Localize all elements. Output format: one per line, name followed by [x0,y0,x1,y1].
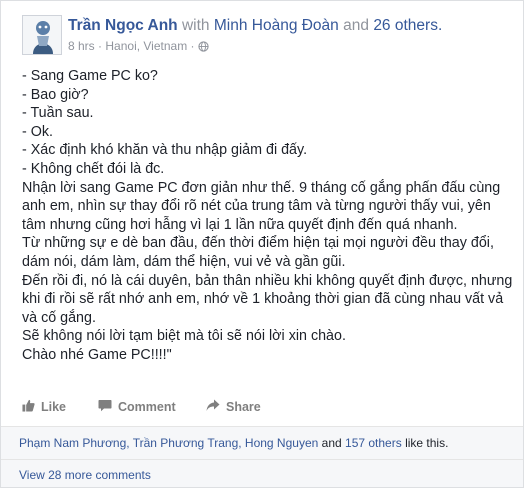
post-title: Trần Ngọc Anh with Minh Hoàng Đoàn and 2… [68,17,442,35]
globe-icon[interactable] [198,41,209,55]
post-line: - Tuần sau. [22,105,94,122]
post-body: - Sang Game PC ko? - Bao giờ? - Tuần sau… [22,67,517,365]
comment-icon [98,399,112,415]
avatar[interactable] [22,15,62,55]
post-paragraph: Đến rồi đi, nó là cái duyên, bản thân nh… [22,272,517,326]
likers-names[interactable]: Phạm Nam Phương, Trần Phương Trang, Hong… [19,436,318,450]
comment-button[interactable]: Comment [98,399,176,415]
tagged-others-link[interactable]: 26 others. [373,17,442,34]
tagged-friend-link[interactable]: Minh Hoàng Đoàn [214,17,339,34]
likes-summary: Phạm Nam Phương, Trần Phương Trang, Hong… [1,427,523,459]
like-label: Like [41,400,67,414]
likes-suffix: like this. [405,436,449,450]
post-paragraph: Từ những sự e dè ban đầu, đến thời điểm … [22,235,498,270]
post-card: Trần Ngọc Anh with Minh Hoàng Đoàn and 2… [0,0,524,488]
post-line: - Ok. [22,123,53,140]
comments-section: View 28 more comments [1,460,523,487]
post-line: - Xác định khó khăn và thu nhập giảm đi … [22,142,308,159]
likes-and-word: and [321,436,342,450]
likes-text: Phạm Nam Phương, Trần Phương Trang, Hong… [19,436,448,450]
post-line: - Không chết đói là đc. [22,160,165,177]
post-location[interactable]: Hanoi, Vietnam [105,39,187,53]
with-word: with [181,17,210,34]
view-more-comments-link[interactable]: View 28 more comments [19,468,151,482]
post-meta: 8 hrs · Hanoi, Vietnam · [68,39,209,55]
likers-others-link[interactable]: 157 others [345,436,402,450]
post-line: - Sang Game PC ko? [22,68,158,84]
privacy-separator: · [190,39,195,53]
post-paragraph: Chào nhé Game PC!!!!" [22,346,172,363]
avatar-image [23,16,61,54]
post-line: - Bao giờ? [22,86,89,103]
share-label: Share [226,400,261,414]
post-paragraph: Sẽ không nói lời tạm biệt mà tôi sẽ nói … [22,328,346,345]
post-time[interactable]: 8 hrs [68,39,95,53]
author-name[interactable]: Trần Ngọc Anh [68,17,178,34]
and-word: and [343,17,369,34]
meta-separator: · [98,39,103,53]
like-button[interactable]: Like [22,399,66,415]
comment-label: Comment [118,400,176,414]
share-arrow-icon [206,399,220,415]
post-paragraph: Nhận lời sang Game PC đơn giản như thế. … [22,179,505,233]
thumbs-up-icon [22,399,35,415]
share-button[interactable]: Share [206,399,261,415]
